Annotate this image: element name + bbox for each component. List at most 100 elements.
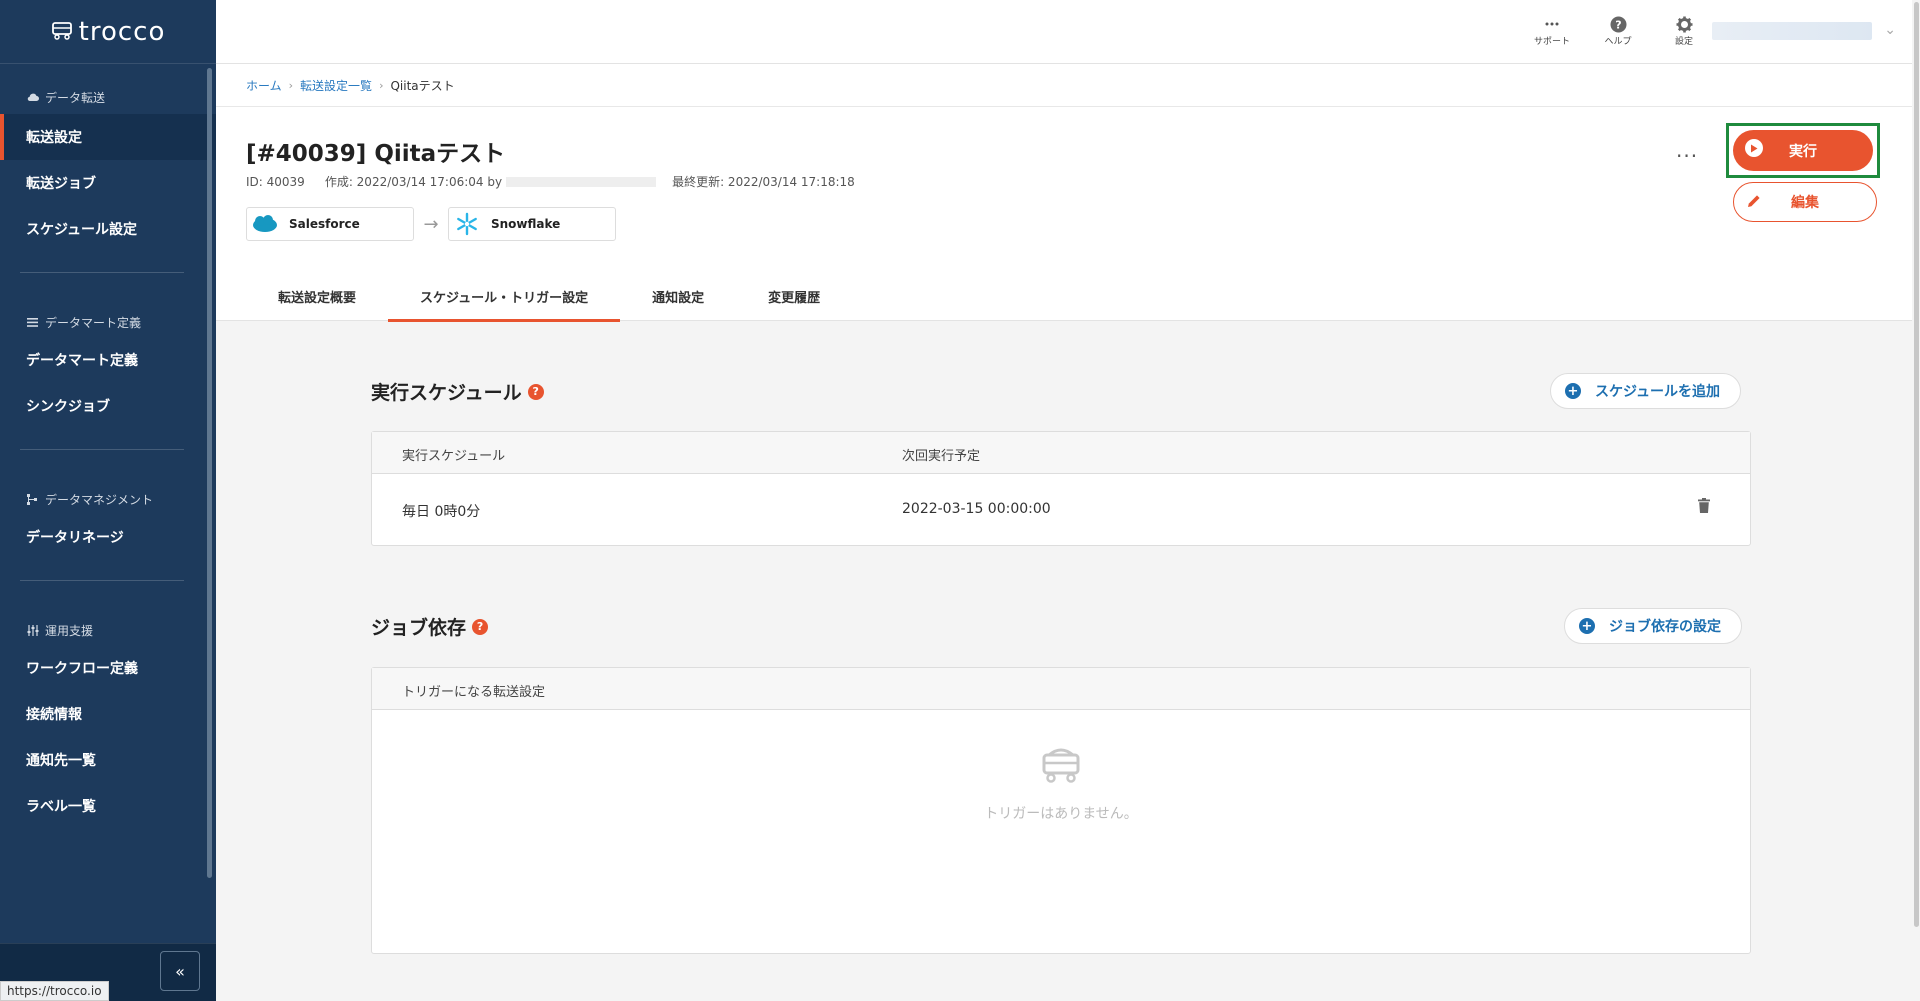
section-data-transfer: データ転送	[0, 86, 216, 108]
section-datamart: データマート定義	[0, 311, 216, 333]
pencil-icon	[1746, 193, 1762, 213]
cart-icon	[1040, 743, 1082, 789]
tab-notifications[interactable]: 通知設定	[620, 271, 736, 321]
job-created: 作成: 2022/03/14 17:06:04 by	[324, 175, 503, 189]
job-meta: ID: 40039 作成: 2022/03/14 17:06:04 by 最終更…	[246, 173, 855, 190]
breadcrumb-transfer-list[interactable]: 転送設定一覧	[300, 77, 372, 94]
run-label: 実行	[1789, 143, 1817, 160]
help-button[interactable]: ? ヘルプ	[1598, 14, 1638, 47]
svg-text:?: ?	[1615, 18, 1621, 31]
page-title: [#40039] Qiitaテスト	[246, 141, 506, 167]
section-title: データマート定義	[45, 315, 142, 330]
status-url: https://trocco.io	[0, 981, 109, 1001]
section-data-management: データマネジメント	[0, 488, 216, 510]
edit-button[interactable]: 編集	[1733, 182, 1877, 222]
more-actions-button[interactable]: ···	[1676, 144, 1698, 168]
add-schedule-label: スケジュールを追加	[1595, 384, 1721, 400]
plus-icon: +	[1579, 618, 1595, 634]
trocco-logo-icon	[51, 20, 73, 44]
dependency-settings-button[interactable]: + ジョブ依存の設定	[1564, 608, 1742, 644]
dependency-title: ジョブ依存	[371, 617, 467, 639]
list-icon	[26, 316, 39, 329]
table-header: トリガーになる転送設定	[372, 668, 1750, 710]
source-name: Salesforce	[289, 217, 360, 231]
sidebar-item-workflows[interactable]: ワークフロー定義	[0, 645, 216, 691]
section-title: データ転送	[45, 90, 106, 105]
destination-connector: Snowflake	[448, 207, 616, 241]
account-menu[interactable]	[1712, 22, 1872, 40]
schedule-title: 実行スケジュール	[371, 382, 522, 404]
cloud-icon	[26, 91, 39, 104]
help-icon[interactable]: ?	[527, 383, 544, 400]
sidebar-item-data-lineage[interactable]: データリネージ	[0, 514, 216, 560]
dependency-settings-label: ジョブ依存の設定	[1609, 619, 1721, 635]
breadcrumb-divider	[216, 106, 1912, 107]
support-label: サポート	[1533, 37, 1570, 47]
column-header-trigger: トリガーになる転送設定	[402, 685, 546, 700]
sidebar-item-schedules[interactable]: スケジュール設定	[0, 206, 216, 252]
topbar: サポート ? ヘルプ 設定 ⌄	[216, 0, 1912, 64]
tab-history[interactable]: 変更履歴	[736, 271, 852, 321]
chevron-right-icon: ›	[379, 79, 384, 92]
arrow-right-icon: →	[423, 213, 439, 235]
connector-flow: Salesforce → Snowflake	[246, 207, 616, 241]
snowflake-icon	[453, 212, 481, 236]
sidebar-item-transfer-jobs[interactable]: 転送ジョブ	[0, 160, 216, 206]
tab-schedule-trigger[interactable]: スケジュール・トリガー設定	[388, 271, 621, 322]
sidebar-item-transfer-settings[interactable]: 転送設定	[0, 114, 216, 160]
lineage-icon	[26, 493, 39, 506]
edit-label: 編集	[1791, 195, 1819, 211]
sidebar-item-datamart[interactable]: データマート定義	[0, 337, 216, 383]
gear-icon	[1676, 14, 1693, 34]
salesforce-icon	[251, 212, 279, 236]
section-operations: 運用支援	[0, 619, 216, 641]
settings-button[interactable]: 設定	[1664, 14, 1704, 47]
page-scrollbar-thumb[interactable]	[1914, 2, 1919, 927]
breadcrumb-current: Qiitaテスト	[390, 79, 455, 93]
sidebar-item-connections[interactable]: 接続情報	[0, 691, 216, 737]
job-id: ID: 40039	[246, 174, 305, 189]
column-header-next-run: 次回実行予定	[902, 449, 981, 464]
schedule-table: 実行スケジュール 次回実行予定 毎日 0時0分 2022-03-15 00:00…	[371, 431, 1751, 546]
add-schedule-button[interactable]: + スケジュールを追加	[1550, 373, 1742, 409]
section-title: 運用支援	[45, 623, 94, 638]
sidebar-item-notifications[interactable]: 通知先一覧	[0, 737, 216, 783]
schedule-cell: 毎日 0時0分	[402, 504, 481, 520]
page-scrollbar[interactable]	[1912, 0, 1920, 1001]
chevron-down-icon[interactable]: ⌄	[1884, 22, 1896, 38]
destination-name: Snowflake	[491, 217, 561, 231]
logo[interactable]: trocco	[0, 0, 216, 64]
ellipsis-icon	[1545, 14, 1559, 34]
column-header-schedule: 実行スケジュール	[402, 449, 506, 464]
empty-state: トリガーはありません。	[372, 743, 1750, 823]
trash-icon[interactable]	[1698, 498, 1710, 517]
settings-label: 設定	[1674, 37, 1693, 47]
help-icon[interactable]: ?	[472, 618, 489, 635]
collapse-sidebar-button[interactable]: «	[160, 951, 200, 991]
sidebar-scrollbar[interactable]	[207, 68, 212, 878]
help-label: ヘルプ	[1604, 37, 1632, 47]
run-button[interactable]: 実行	[1733, 130, 1873, 171]
dependency-section-title: ジョブ依存 ?	[371, 613, 489, 640]
breadcrumb-home[interactable]: ホーム	[246, 77, 282, 94]
sliders-icon	[26, 624, 39, 637]
next-run-cell: 2022-03-15 00:00:00	[902, 501, 1051, 517]
support-button[interactable]: サポート	[1532, 14, 1572, 47]
tab-bar: 転送設定概要 スケジュール・トリガー設定 通知設定 変更履歴	[216, 271, 1912, 322]
sidebar-item-sync-jobs[interactable]: シンクジョブ	[0, 383, 216, 429]
empty-text: トリガーはありません。	[984, 806, 1138, 822]
schedule-section-title: 実行スケジュール ?	[371, 378, 544, 405]
sidebar: trocco データ転送 転送設定 転送ジョブ スケジュール設定 データマート定…	[0, 0, 216, 1001]
job-updated: 最終更新: 2022/03/14 17:18:18	[672, 175, 855, 189]
question-icon: ?	[1610, 14, 1627, 34]
source-connector: Salesforce	[246, 207, 414, 241]
dependency-table: トリガーになる転送設定 トリガーはありません。	[371, 667, 1751, 954]
table-header: 実行スケジュール 次回実行予定	[372, 432, 1750, 474]
tab-overview[interactable]: 転送設定概要	[246, 271, 388, 321]
section-title: データマネジメント	[45, 492, 154, 507]
sidebar-item-labels[interactable]: ラベル一覧	[0, 783, 216, 829]
table-row: 毎日 0時0分 2022-03-15 00:00:00	[372, 474, 1750, 544]
chevron-right-icon: ›	[288, 79, 294, 92]
redacted-author	[506, 176, 657, 187]
play-icon	[1745, 139, 1763, 157]
